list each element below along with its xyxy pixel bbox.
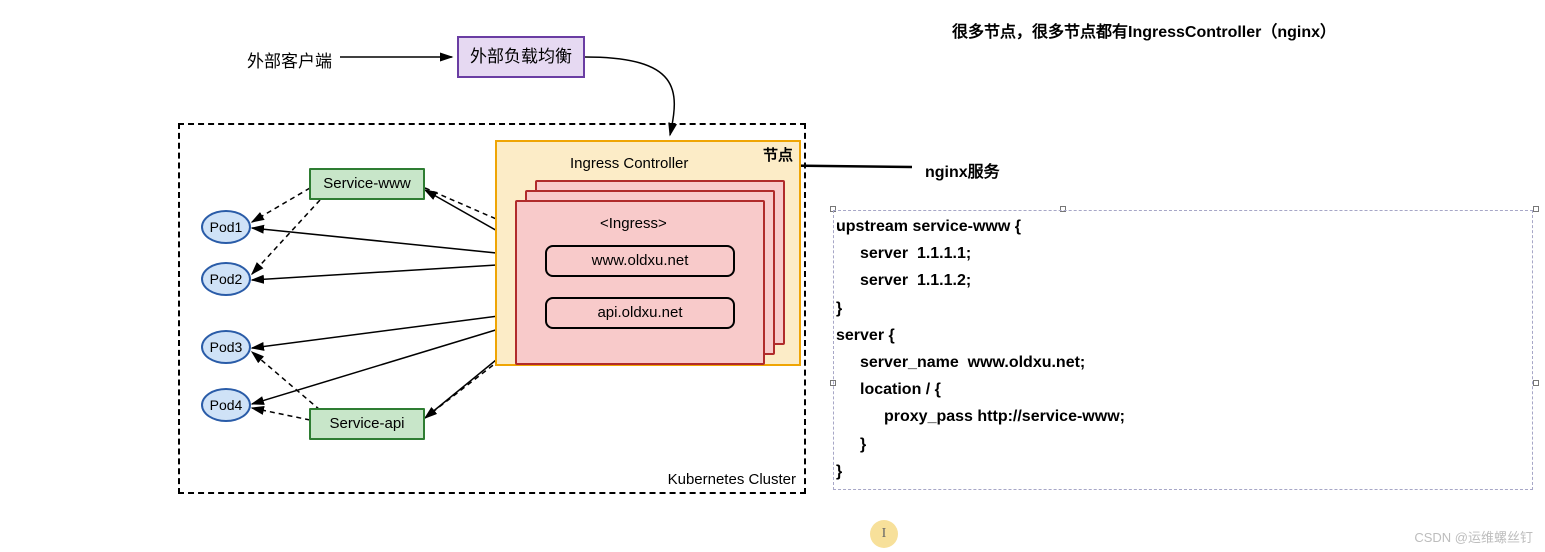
pod4: Pod4 — [201, 388, 251, 422]
code-line: server 1.1.1.2; — [836, 267, 1524, 294]
cluster-label: Kubernetes Cluster — [668, 471, 796, 488]
watermark: CSDN @运维螺丝钉 — [1414, 527, 1533, 546]
code-line: } — [836, 295, 1524, 322]
ingress-title: <Ingress> — [600, 215, 667, 232]
selection-handle[interactable] — [1533, 206, 1539, 212]
external-client-label: 外部客户端 — [247, 47, 332, 72]
ingress-controller-label: Ingress Controller — [570, 155, 688, 172]
nginx-service-label: nginx服务 — [925, 158, 1000, 182]
code-line: upstream service-www { — [836, 213, 1524, 240]
code-line: proxy_pass http://service-www; — [836, 403, 1524, 430]
code-line: server { — [836, 322, 1524, 349]
pod3: Pod3 — [201, 330, 251, 364]
title-right: 很多节点，很多节点都有IngressController（nginx） — [952, 18, 1336, 42]
service-api-box: Service-api — [309, 408, 425, 440]
code-line: } — [836, 431, 1524, 458]
pod2: Pod2 — [201, 262, 251, 296]
selection-handle[interactable] — [1533, 380, 1539, 386]
service-www-box: Service-www — [309, 168, 425, 200]
node-label: 节点 — [763, 144, 793, 165]
code-line: server_name www.oldxu.net; — [836, 349, 1524, 376]
code-line: location / { — [836, 376, 1524, 403]
nginx-config-panel[interactable]: upstream service-www { server 1.1.1.1; s… — [833, 210, 1533, 490]
pod1: Pod1 — [201, 210, 251, 244]
text-cursor-indicator: I — [870, 520, 898, 548]
code-line: } — [836, 458, 1524, 485]
code-line: server 1.1.1.1; — [836, 240, 1524, 267]
ingress-rule-api: api.oldxu.net — [545, 297, 735, 329]
ingress-rule-www: www.oldxu.net — [545, 245, 735, 277]
external-loadbalancer-box: 外部负载均衡 — [457, 36, 585, 78]
